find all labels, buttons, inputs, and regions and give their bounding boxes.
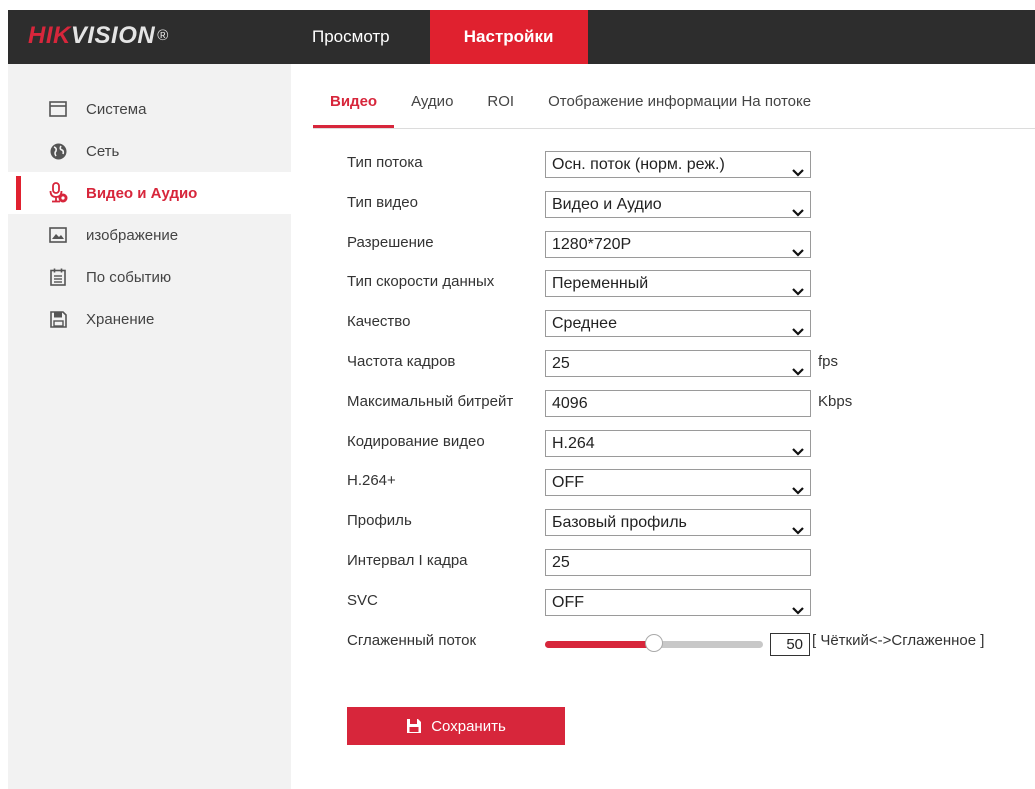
logo-registered-mark: ® — [157, 27, 169, 44]
chevron-down-icon — [792, 160, 804, 185]
bitrate-type-label: Тип скорости данных — [347, 273, 495, 291]
h264-plus-select[interactable]: OFF — [545, 469, 811, 497]
svc-label: SVC — [347, 591, 378, 609]
chevron-down-icon — [792, 319, 804, 344]
top-nav: Просмотр Настройки — [295, 10, 588, 64]
smoothing-label: Сглаженный поток — [347, 631, 477, 649]
video-type-value: Видео и Аудио — [552, 195, 662, 213]
i-frame-interval-label: Интервал I кадра — [347, 551, 468, 569]
chevron-down-icon — [792, 478, 804, 503]
smoothing-slider-thumb[interactable] — [645, 633, 663, 652]
stream-type-label: Тип потока — [347, 154, 423, 171]
chevron-down-icon — [792, 518, 804, 543]
chevron-down-icon — [792, 240, 804, 265]
floppy-disk-icon — [406, 718, 422, 734]
profile-select[interactable]: Базовый профиль — [545, 509, 811, 537]
sidebar-item-image[interactable]: изображение — [8, 214, 291, 256]
sidebar-item-storage[interactable]: Хранение — [8, 298, 291, 340]
sidebar-item-label: По событию — [86, 268, 172, 286]
max-bitrate-input[interactable]: 4096 — [545, 389, 811, 417]
profile-label: Профиль — [347, 512, 412, 530]
sidebar-item-video-audio[interactable]: Видео и Аудио — [8, 172, 291, 214]
stream-type-select[interactable]: Осн. поток (норм. реж.) — [545, 151, 811, 178]
sidebar-item-label: Видео и Аудио — [86, 184, 198, 202]
max-bitrate-label: Максимальный битрейт — [347, 392, 514, 410]
tab-roi[interactable]: ROI — [470, 82, 531, 127]
chevron-down-icon — [792, 598, 804, 623]
frame-rate-select[interactable]: 25 — [545, 349, 811, 377]
resolution-label: Разрешение — [347, 233, 434, 251]
nav-configuration[interactable]: Настройки — [429, 10, 588, 64]
resolution-value: 1280*720P — [552, 235, 632, 253]
bitrate-type-value: Переменный — [552, 275, 649, 293]
logo-vision-text: VISION — [70, 22, 156, 49]
image-icon — [46, 225, 70, 245]
i-frame-interval-input[interactable]: 25 — [545, 548, 811, 576]
quality-select[interactable]: Среднее — [545, 310, 811, 338]
video-type-label: Тип видео — [347, 193, 418, 211]
smoothing-slider-fill — [545, 640, 654, 648]
sidebar-menu: Система Сеть Видео и Аудио изображение П… — [8, 88, 291, 340]
sidebar-item-label: изображение — [86, 226, 179, 244]
nav-live-view[interactable]: Просмотр — [295, 10, 407, 64]
chevron-down-icon — [792, 439, 804, 464]
tab-video[interactable]: Видео — [313, 82, 395, 128]
resolution-select[interactable]: 1280*720P — [545, 230, 811, 258]
globe-icon — [46, 141, 70, 161]
top-bar: HIKVISION ® Просмотр Настройки — [8, 10, 1035, 64]
sidebar-item-label: Хранение — [86, 310, 155, 328]
quality-value: Среднее — [552, 315, 617, 333]
svc-value: OFF — [552, 593, 584, 611]
profile-value: Базовый профиль — [552, 514, 687, 532]
sidebar-item-label: Сеть — [86, 142, 120, 160]
floppy-disk-icon — [46, 309, 70, 329]
chevron-down-icon — [792, 359, 804, 384]
video-encoding-label: Кодирование видео — [347, 432, 485, 450]
video-type-select[interactable]: Видео и Аудио — [545, 190, 811, 218]
sidebar-item-system[interactable]: Система — [8, 88, 291, 130]
frame-rate-unit: fps — [818, 352, 839, 370]
smoothing-range-hint: [ Чёткий<->Сглаженное ] — [812, 631, 985, 649]
hikvision-logo: HIKVISION ® — [28, 22, 169, 50]
sidebar: Система Сеть Видео и Аудио изображение П… — [8, 64, 291, 789]
frame-rate-label: Частота кадров — [347, 352, 456, 370]
h264-plus-label: H.264+ — [347, 472, 396, 490]
h264-plus-value: OFF — [552, 474, 584, 492]
tab-audio[interactable]: Аудио — [394, 82, 470, 127]
calendar-icon — [46, 267, 70, 287]
quality-label: Качество — [347, 313, 411, 331]
bitrate-type-select[interactable]: Переменный — [545, 270, 811, 298]
tab-bar: Видео Аудио ROI Отображение информации Н… — [313, 82, 1035, 129]
video-encoding-select[interactable]: H.264 — [545, 429, 811, 457]
max-bitrate-value: 4096 — [552, 394, 588, 412]
save-button[interactable]: Сохранить — [347, 707, 565, 745]
i-frame-interval-value: 25 — [552, 553, 570, 571]
system-window-icon — [46, 99, 70, 119]
tab-stream-info-display[interactable]: Отображение информации На потоке — [531, 82, 828, 127]
chevron-down-icon — [792, 200, 804, 225]
chevron-down-icon — [792, 279, 804, 304]
svc-select[interactable]: OFF — [545, 588, 811, 616]
save-button-label: Сохранить — [431, 717, 506, 735]
stream-type-value: Осн. поток (норм. реж.) — [552, 156, 725, 173]
sidebar-item-event[interactable]: По событию — [8, 256, 291, 298]
video-encoding-value: H.264 — [552, 434, 595, 452]
sidebar-item-network[interactable]: Сеть — [8, 130, 291, 172]
sidebar-item-label: Система — [86, 100, 147, 118]
microphone-icon — [46, 182, 70, 203]
smoothing-value-input[interactable]: 50 — [770, 632, 810, 656]
smoothing-slider[interactable] — [545, 633, 763, 652]
max-bitrate-unit: Kbps — [818, 392, 853, 410]
logo-hik-text: HIK — [28, 22, 71, 49]
frame-rate-value: 25 — [552, 354, 570, 372]
